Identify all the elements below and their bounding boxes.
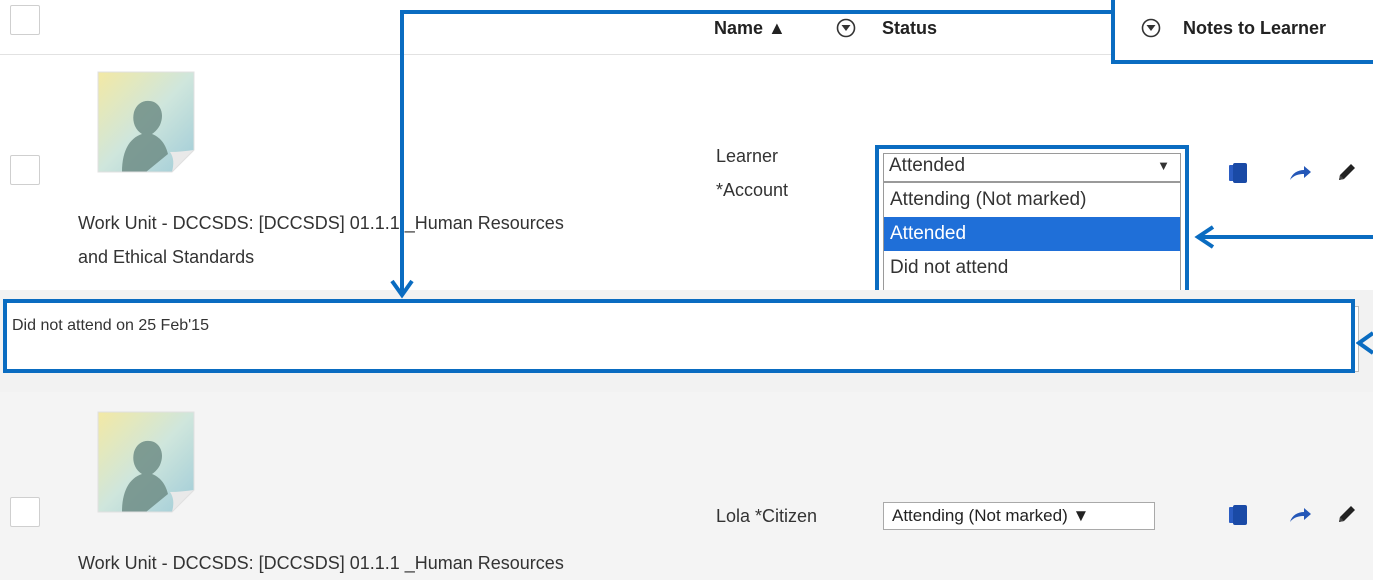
notes-to-learner-input[interactable]: Did not attend on 25 Feb'15 — [7, 303, 1351, 369]
avatar-placeholder — [96, 70, 196, 174]
option-attending-not-marked[interactable]: Attending (Not marked) — [884, 183, 1180, 217]
status-select[interactable]: Attending (Not marked) ▼ — [883, 502, 1155, 530]
option-did-not-attend[interactable]: Did not attend — [884, 251, 1180, 285]
copy-icon[interactable] — [1229, 163, 1247, 183]
arrow-down-icon — [389, 278, 415, 305]
status-selected-value: Attending (Not marked) ▼ — [892, 506, 1090, 525]
learner-name[interactable]: Learner *Account — [716, 139, 788, 207]
option-attended[interactable]: Attended — [884, 217, 1180, 251]
filter-icon[interactable] — [1141, 18, 1161, 43]
work-unit-title[interactable]: Work Unit - DCCSDS: [DCCSDS] 01.1.1 _Hum… — [78, 206, 698, 274]
chevron-down-icon: ▼ — [1157, 158, 1170, 173]
avatar-placeholder — [96, 410, 196, 514]
learner-name[interactable]: Lola *Citizen — [716, 499, 817, 533]
dropdown-list: Attending (Not marked) Attended Did not … — [883, 182, 1181, 294]
share-arrow-icon[interactable] — [1288, 506, 1312, 529]
arrow-left-icon — [1355, 330, 1373, 361]
status-selected-value: Attended — [889, 155, 966, 176]
edit-pencil-icon[interactable] — [1336, 503, 1358, 530]
select-all-checkbox[interactable] — [10, 5, 40, 35]
share-arrow-icon[interactable] — [1288, 164, 1312, 187]
status-dropdown-open[interactable]: Attended ▼ Attending (Not marked) Attend… — [875, 145, 1189, 300]
work-unit-title[interactable]: Work Unit - DCCSDS: [DCCSDS] 01.1.1 _Hum… — [78, 546, 698, 580]
column-header-notes[interactable]: Notes to Learner — [1183, 18, 1326, 39]
callout-line-horizontal-top — [400, 10, 1113, 14]
column-header-status[interactable]: Status — [882, 18, 937, 39]
notes-text: Did not attend on 25 Feb'15 — [12, 317, 209, 334]
row-checkbox[interactable] — [10, 497, 40, 527]
filter-icon[interactable] — [836, 18, 856, 43]
arrow-left-icon — [1193, 224, 1217, 255]
status-select[interactable]: Attended ▼ — [883, 153, 1181, 182]
callout-line-vertical — [400, 10, 404, 292]
column-header-name[interactable]: Name ▲ — [714, 18, 786, 39]
callout-line-status — [1198, 235, 1373, 239]
copy-icon[interactable] — [1229, 505, 1247, 525]
edit-pencil-icon[interactable] — [1336, 161, 1358, 188]
row-checkbox[interactable] — [10, 155, 40, 185]
